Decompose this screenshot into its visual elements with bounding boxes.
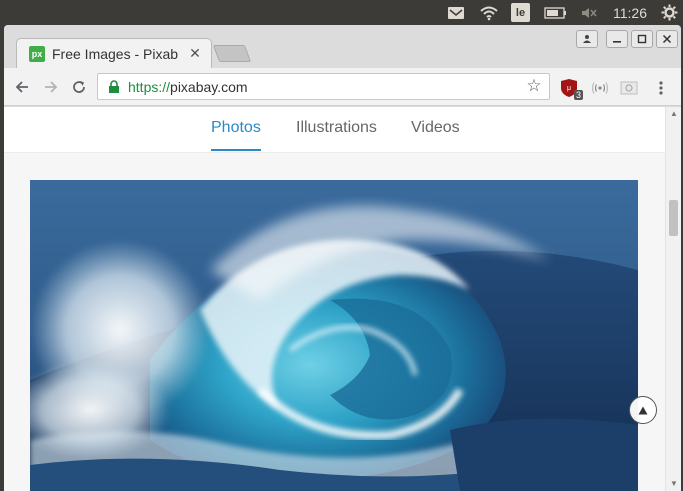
clock[interactable]: 11:26 (610, 3, 650, 22)
media-type-tabs: Photos Illustrations Videos (4, 107, 665, 153)
secure-lock-icon[interactable] (108, 79, 120, 94)
screenshot-extension-icon[interactable] (618, 77, 640, 99)
address-bar[interactable]: https://pixabay.com ☆ (97, 73, 550, 100)
pixabay-favicon-icon: px (29, 45, 45, 62)
back-button[interactable] (11, 76, 33, 98)
url-text: https://pixabay.com (128, 79, 248, 95)
minimize-button[interactable] (606, 30, 628, 48)
tab-photos[interactable]: Photos (211, 119, 261, 137)
url-scheme: https:// (128, 78, 171, 95)
tab-title: Free Images - Pixab (52, 45, 179, 62)
keyboard-layout-indicator[interactable]: le (511, 3, 530, 22)
close-window-button[interactable] (656, 30, 678, 48)
content-area (4, 153, 665, 491)
scroll-up-arrow-icon[interactable]: ▲ (669, 109, 679, 119)
broadcast-extension-icon[interactable] (589, 77, 611, 99)
reload-button[interactable] (68, 76, 90, 98)
volume-muted-icon[interactable] (578, 3, 600, 22)
active-tab-indicator (211, 149, 261, 151)
vertical-scrollbar[interactable]: ▲ ▼ (665, 107, 681, 491)
forward-button[interactable] (40, 76, 62, 98)
web-page: Photos Illustrations Videos (4, 107, 665, 491)
ublock-origin-icon[interactable]: μ 3 (559, 77, 583, 100)
new-tab-button[interactable] (212, 45, 252, 62)
browser-toolbar: https://pixabay.com ☆ μ 3 (4, 68, 681, 106)
url-host: pixabay.com (170, 78, 248, 95)
mail-indicator-icon[interactable] (446, 3, 466, 22)
featured-wave-image[interactable] (30, 180, 638, 491)
tab-pixabay[interactable]: px Free Images - Pixab ✕ (16, 38, 212, 68)
tab-close-icon[interactable]: ✕ (188, 46, 202, 60)
wifi-icon[interactable] (478, 3, 500, 22)
scrollbar-thumb[interactable] (669, 200, 678, 236)
system-top-panel: le 11:26 (0, 0, 683, 25)
tab-videos[interactable]: Videos (411, 119, 460, 137)
extension-badge-count: 3 (573, 90, 583, 100)
scroll-to-top-button[interactable] (629, 396, 657, 424)
browser-window: px Free Images - Pixab ✕ https://pixabay… (4, 25, 681, 491)
system-gear-icon[interactable] (659, 3, 679, 22)
chrome-menu-icon[interactable] (650, 77, 672, 99)
bookmark-star-icon[interactable]: ☆ (525, 77, 543, 95)
profile-button[interactable] (576, 30, 598, 48)
tab-illustrations[interactable]: Illustrations (296, 119, 377, 137)
maximize-button[interactable] (631, 30, 653, 48)
svg-text:μ: μ (567, 85, 571, 92)
battery-icon[interactable] (543, 3, 569, 22)
scroll-down-arrow-icon[interactable]: ▼ (669, 479, 679, 489)
browser-titlebar: px Free Images - Pixab ✕ (4, 25, 681, 68)
